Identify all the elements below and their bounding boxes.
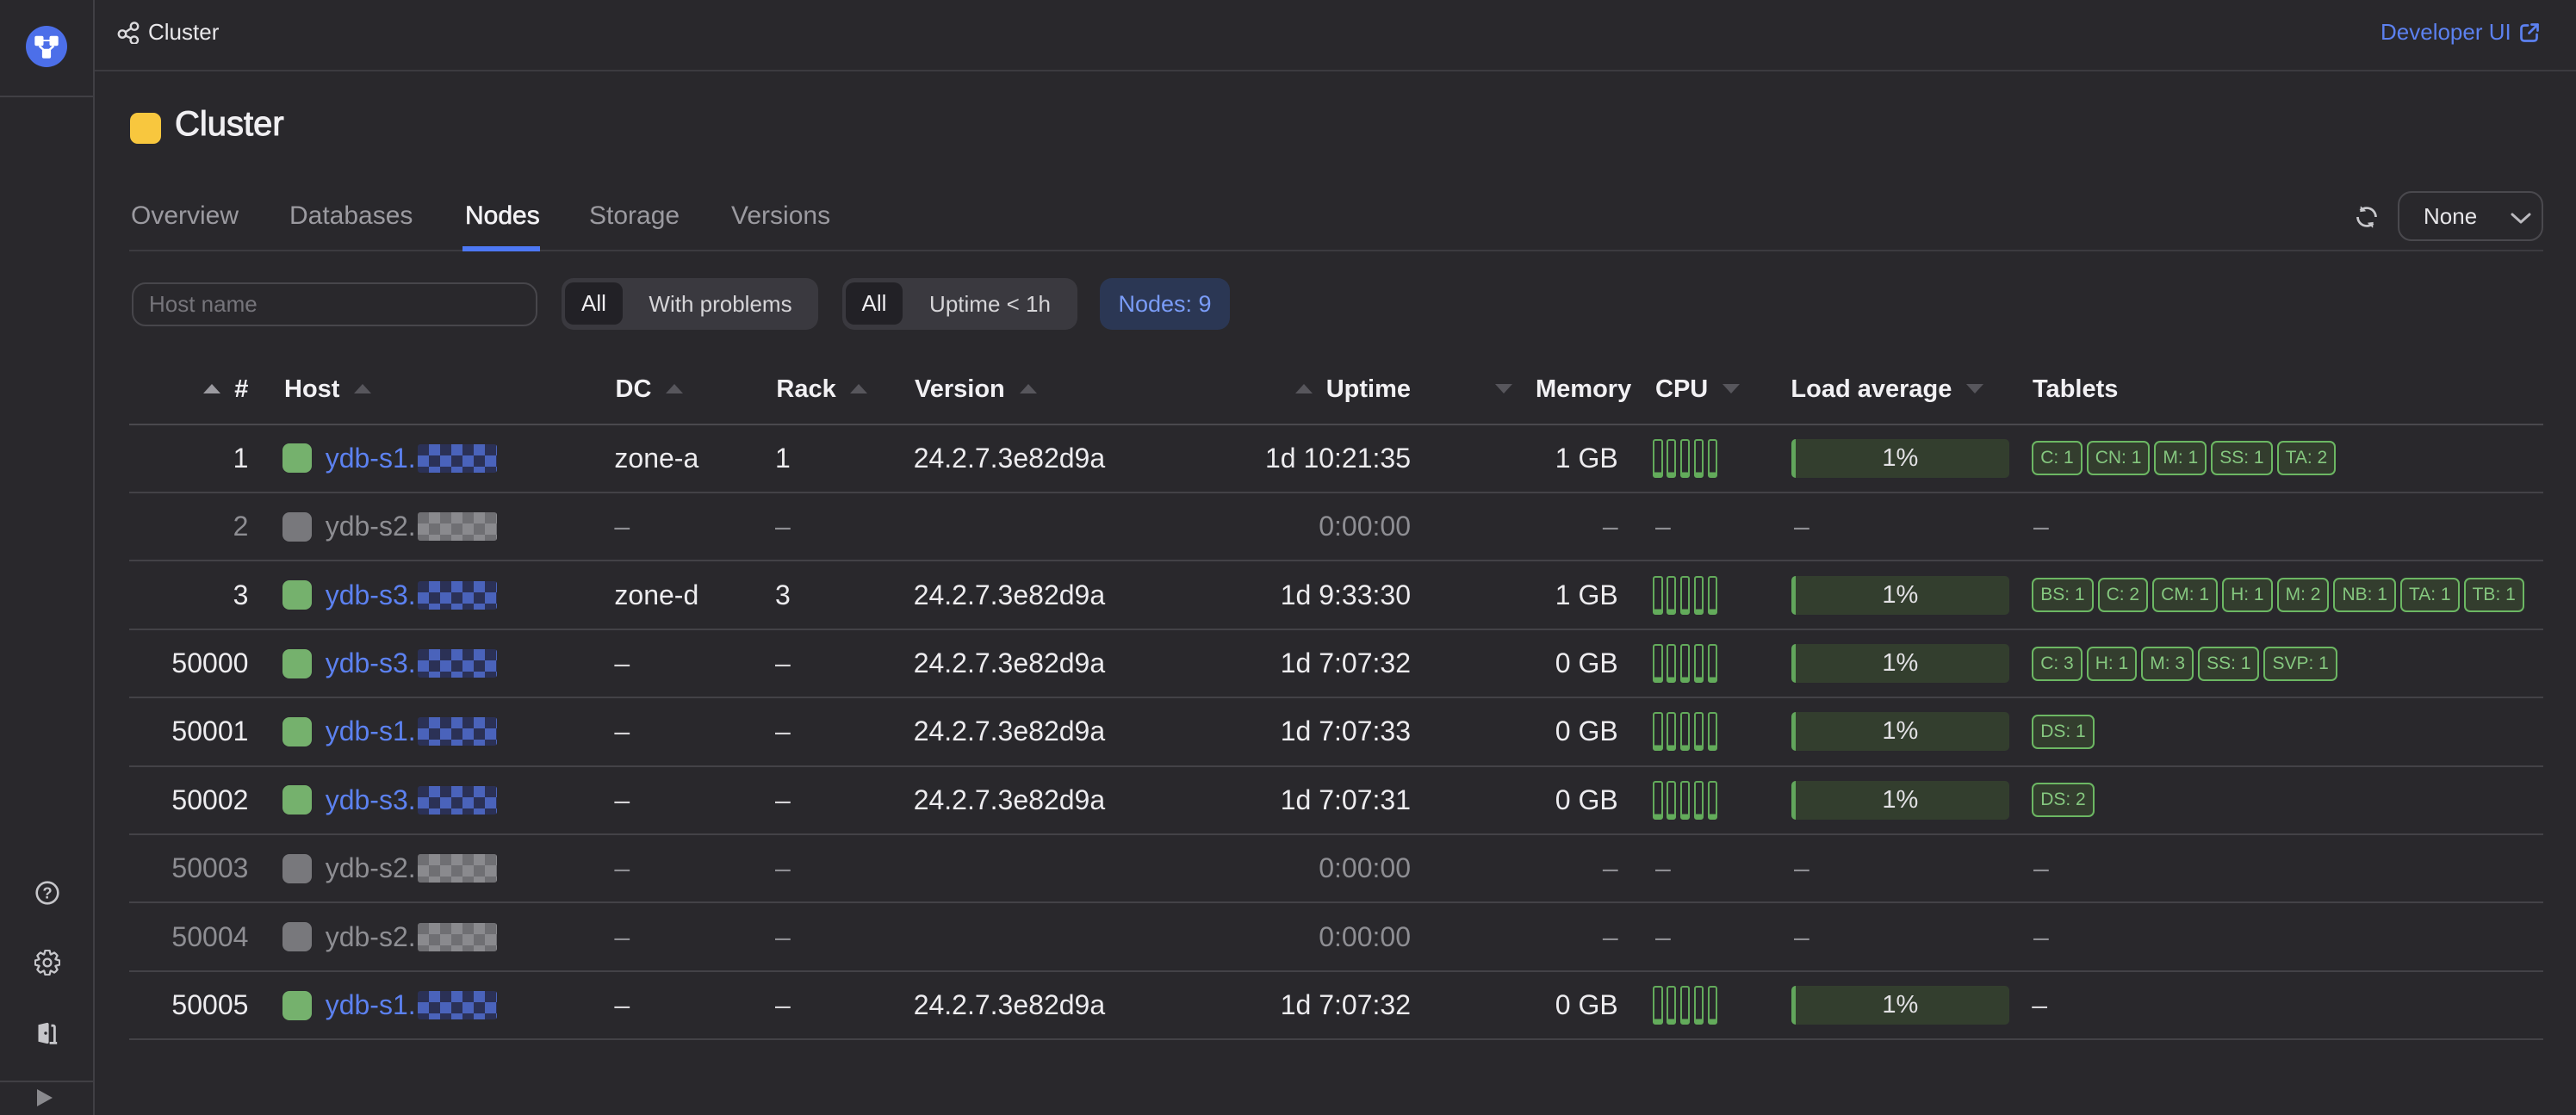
svg-text:?: ? xyxy=(42,884,52,902)
